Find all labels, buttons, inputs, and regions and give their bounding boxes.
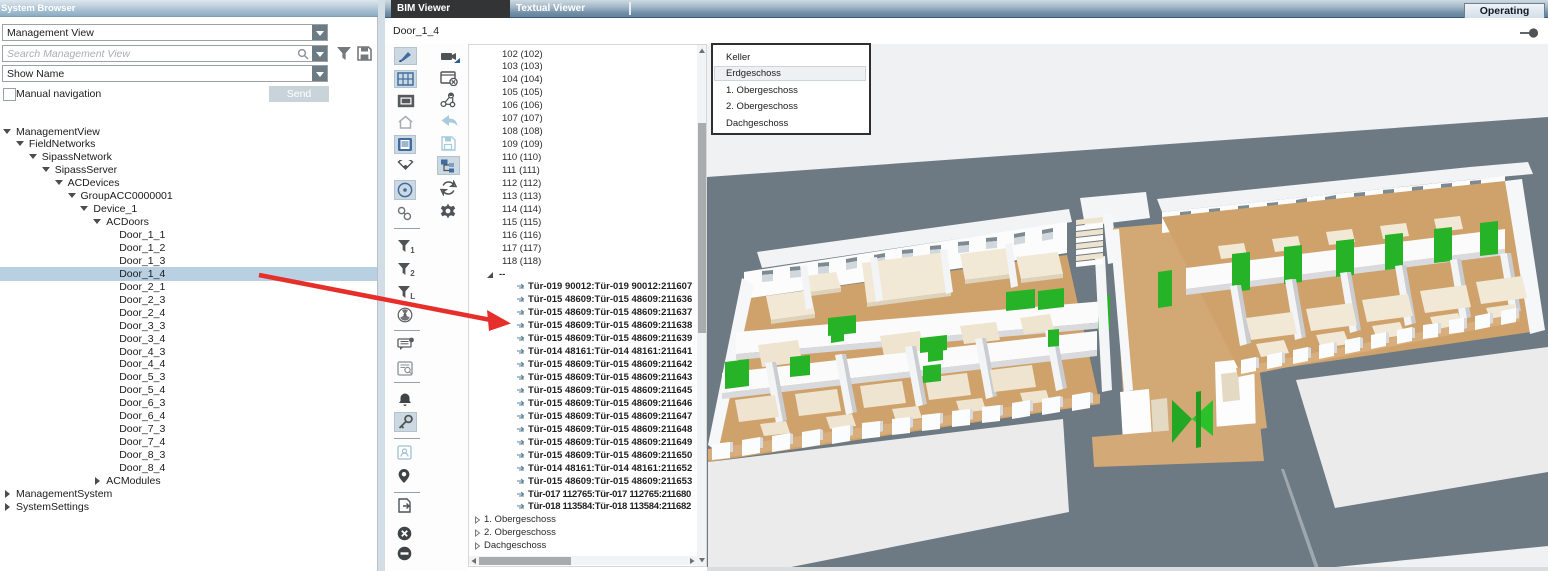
svg-text:2: 2 xyxy=(410,269,415,278)
svg-text:1: 1 xyxy=(410,246,415,255)
svg-text:L: L xyxy=(410,292,415,301)
